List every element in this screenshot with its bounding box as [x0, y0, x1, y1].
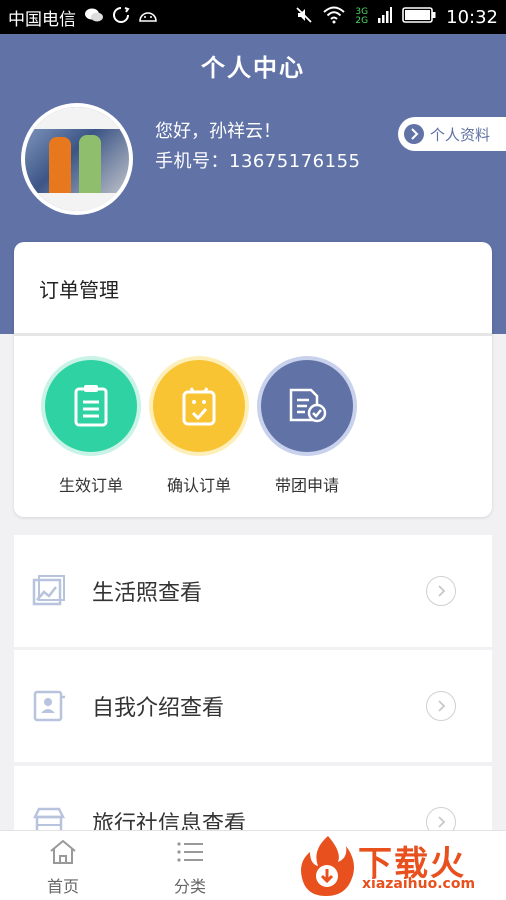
- chevron-right-icon: [404, 124, 424, 144]
- home-icon: [48, 839, 78, 869]
- confirm-orders-label: 确认订单: [166, 476, 231, 495]
- clock: 10:32: [446, 6, 498, 28]
- confirm-bag-icon: [153, 360, 245, 452]
- chevron-right-icon: [426, 576, 456, 606]
- android-debug-icon: [138, 7, 158, 27]
- effective-orders-button[interactable]: 生效订单: [36, 360, 146, 496]
- list-item-life-photos[interactable]: 生活照查看: [14, 535, 492, 647]
- watermark: 下载火 xiazaihuo.com: [296, 832, 506, 900]
- profile-info-button[interactable]: 个人资料: [398, 117, 506, 151]
- watermark-site: xiazaihuo.com: [362, 876, 476, 892]
- nav-category[interactable]: 分类: [155, 839, 225, 897]
- wifi-icon: [323, 6, 346, 29]
- order-management-title: 订单管理: [39, 278, 119, 302]
- group-application-label: 带团申请: [274, 476, 339, 495]
- signal-icon: [378, 6, 393, 28]
- avatar-photo: [25, 107, 129, 211]
- network-2g-label: 2G: [355, 16, 369, 26]
- divider: [14, 333, 492, 336]
- photo-icon: [32, 574, 66, 608]
- list-item-label: 自我介绍查看: [92, 696, 225, 721]
- mute-icon: [295, 6, 313, 29]
- list-icon: [175, 839, 205, 869]
- user-phone: 手机号：13675176155: [155, 151, 361, 172]
- nav-category-label: 分类: [173, 877, 206, 896]
- carrier-label: 中国电信: [8, 9, 76, 30]
- status-bar: 中国电信 3G 2G 10:32: [0, 0, 506, 34]
- wechat-icon: [84, 7, 104, 28]
- user-greeting: 您好，孙祥云！: [155, 121, 281, 142]
- clipboard-icon: [45, 360, 137, 452]
- chevron-right-icon: [426, 691, 456, 721]
- network-type-indicator: 3G 2G: [355, 8, 368, 26]
- page-title: 个人中心: [201, 54, 305, 82]
- profile-card-icon: [32, 689, 66, 723]
- battery-icon: [402, 6, 436, 28]
- sync-icon: [112, 6, 130, 29]
- nav-home-label: 首页: [46, 877, 79, 896]
- nav-home[interactable]: 首页: [28, 839, 98, 897]
- order-management-card: 订单管理 生效订单 确认订单 带团申请: [14, 242, 492, 517]
- avatar[interactable]: [21, 103, 133, 215]
- flame-logo-icon: [301, 836, 354, 896]
- group-application-button[interactable]: 带团申请: [252, 360, 362, 496]
- list-item-self-intro[interactable]: 自我介绍查看: [14, 650, 492, 762]
- effective-orders-label: 生效订单: [58, 476, 123, 495]
- confirm-orders-button[interactable]: 确认订单: [144, 360, 254, 496]
- document-check-icon: [261, 360, 353, 452]
- profile-info-label: 个人资料: [430, 125, 491, 144]
- list-item-label: 生活照查看: [92, 581, 203, 606]
